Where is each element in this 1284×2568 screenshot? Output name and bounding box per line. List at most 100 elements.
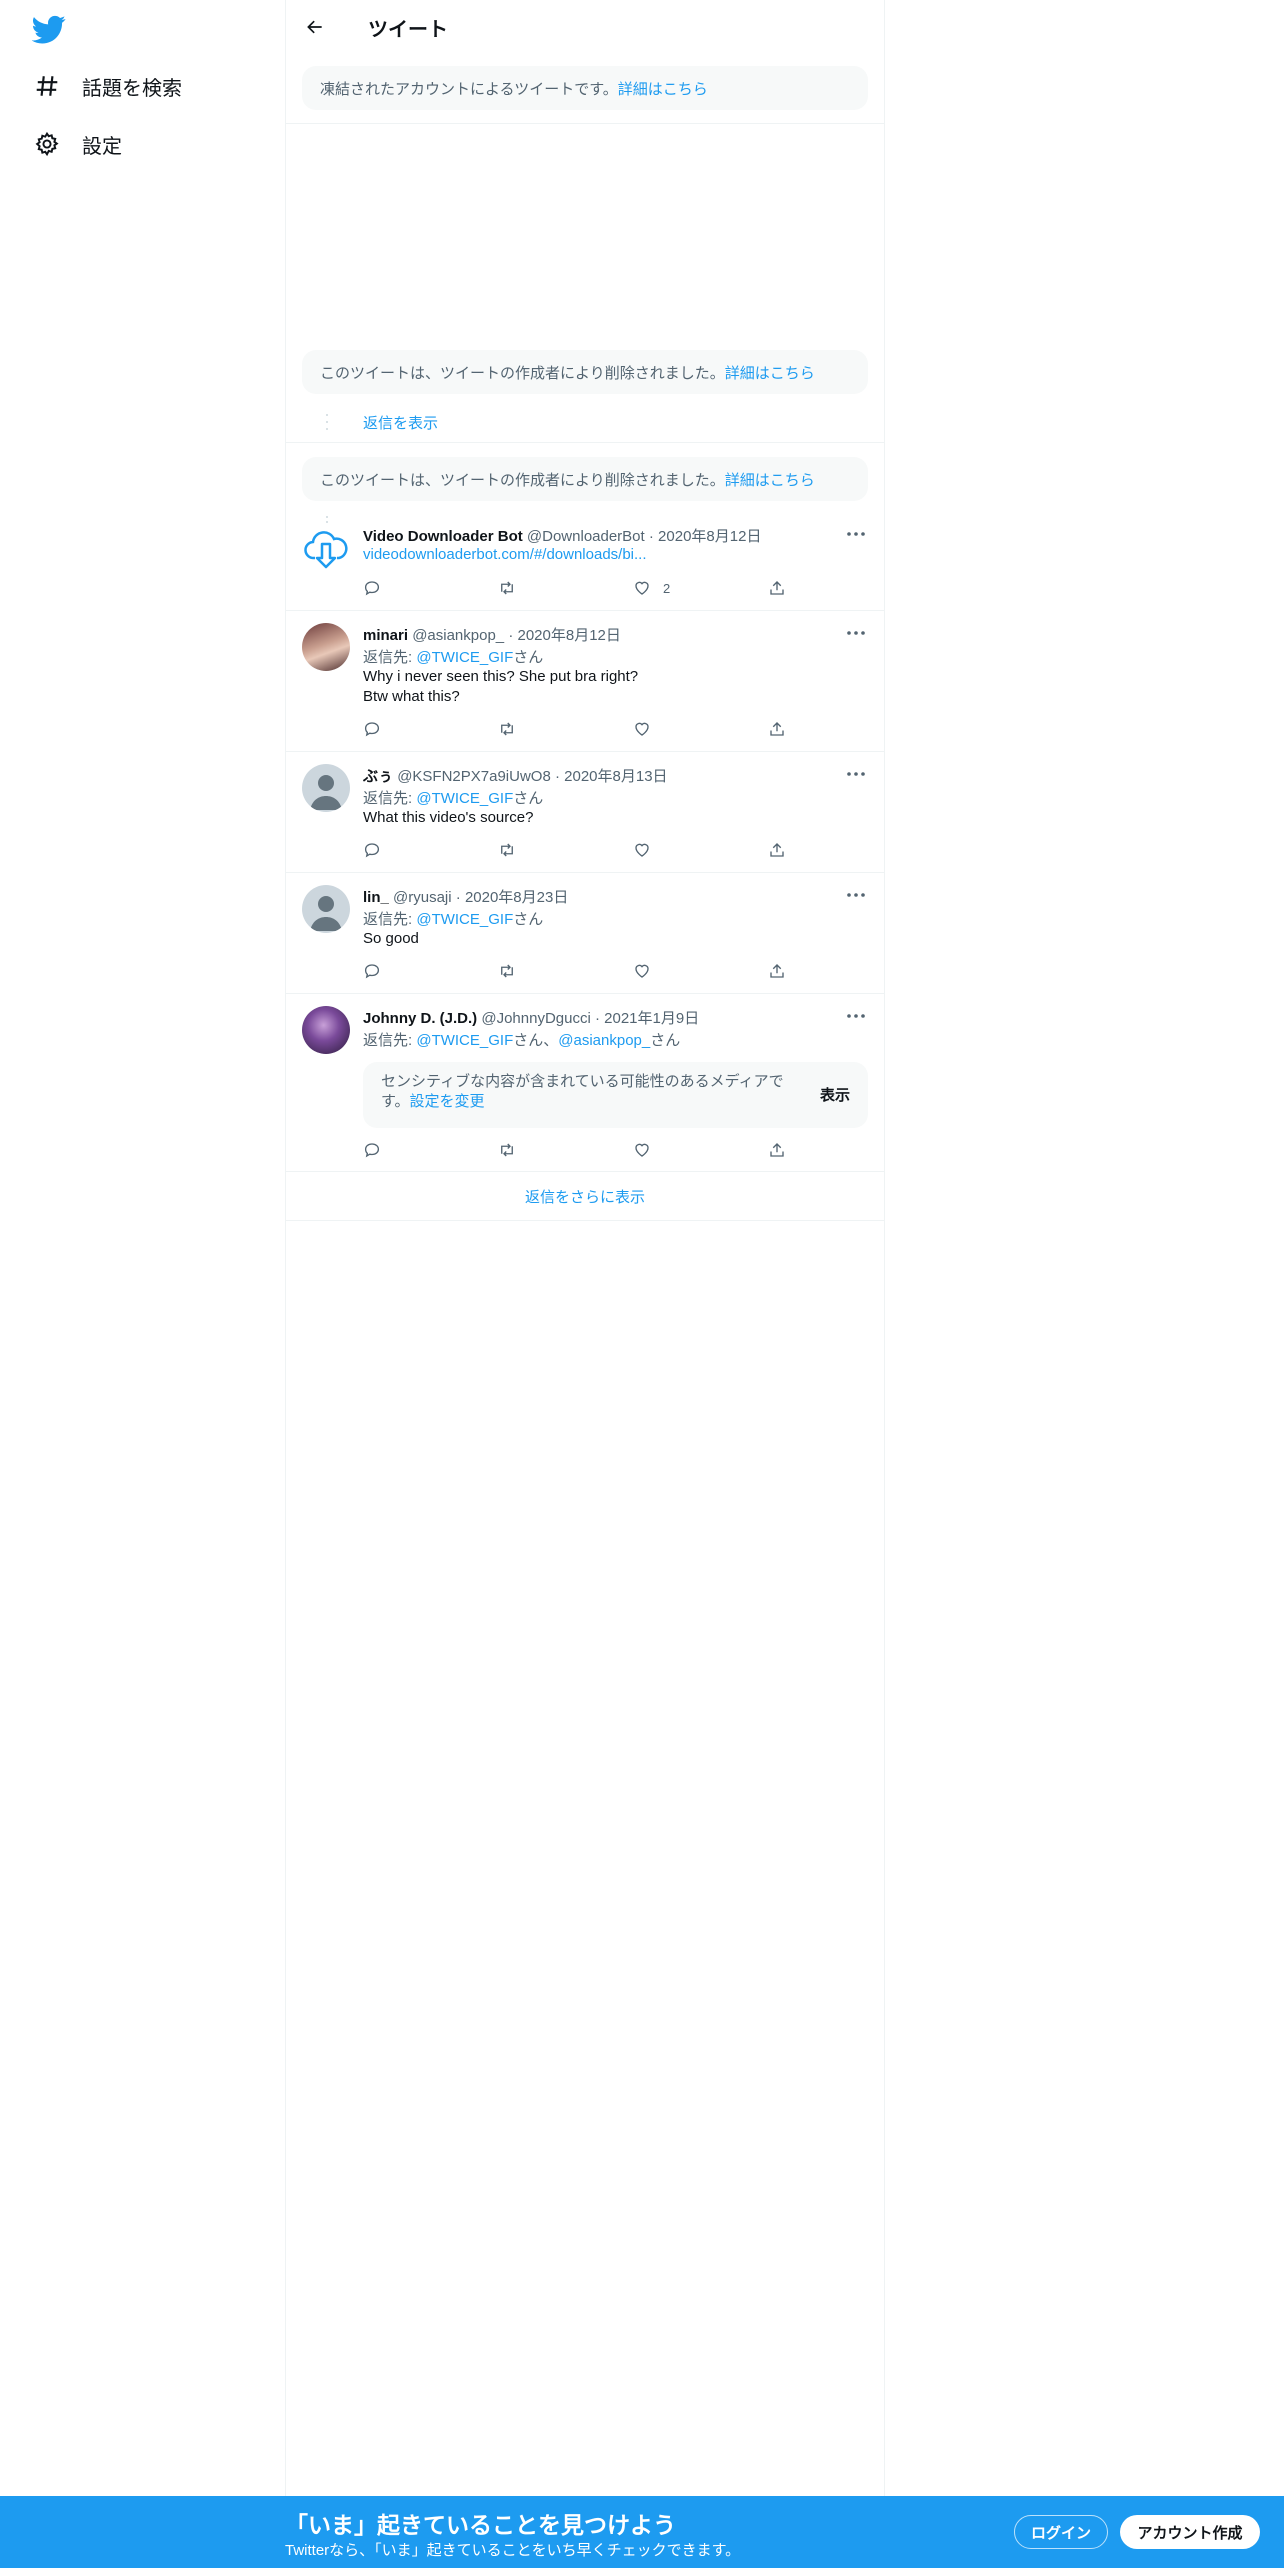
sidebar-item-settings[interactable]: 設定 bbox=[32, 124, 122, 164]
gear-icon bbox=[32, 129, 62, 159]
divider bbox=[286, 442, 884, 443]
user-handle[interactable]: @asiankpop_ bbox=[412, 627, 504, 644]
avatar[interactable] bbox=[302, 524, 350, 572]
user-handle[interactable]: @DownloaderBot bbox=[527, 528, 645, 545]
reply-prefix: 返信先: bbox=[363, 649, 417, 666]
tweet-header: minari @asiankpop_ · 2020年8月12日 bbox=[363, 624, 834, 645]
tweet-actions bbox=[363, 960, 788, 982]
tweet-date[interactable]: 2020年8月23日 bbox=[465, 889, 568, 906]
arrow-left-icon[interactable] bbox=[298, 10, 332, 44]
reply-icon[interactable] bbox=[363, 1139, 381, 1161]
reply-context: 返信先: @TWICE_GIFさん bbox=[363, 908, 543, 929]
retweet-icon[interactable] bbox=[498, 1139, 516, 1161]
share-icon[interactable] bbox=[768, 839, 786, 861]
tweet-actions bbox=[363, 839, 788, 861]
mention-link[interactable]: @TWICE_GIF bbox=[416, 911, 513, 928]
more-options-icon[interactable] bbox=[844, 624, 868, 642]
learn-more-link[interactable]: 詳細はこちら bbox=[618, 78, 708, 99]
retweet-icon[interactable] bbox=[498, 577, 516, 599]
suspended-account-notice: 凍結されたアカウントによるツイートです。 詳細はこちら bbox=[302, 66, 868, 110]
mention-link[interactable]: @TWICE_GIF bbox=[416, 790, 513, 807]
user-handle[interactable]: @ryusaji bbox=[393, 889, 452, 906]
tweet[interactable]: minari @asiankpop_ · 2020年8月12日 返信先: @TW… bbox=[286, 611, 884, 751]
tweet-text: What this video's source? bbox=[363, 809, 534, 826]
sidebar-item-label: 話題を検索 bbox=[82, 77, 182, 100]
display-name[interactable]: Johnny D. (J.D.) bbox=[363, 1010, 477, 1027]
separator-dot: · bbox=[455, 889, 461, 906]
twitter-bird-icon[interactable] bbox=[31, 12, 66, 46]
reply-suffix: さん bbox=[513, 649, 544, 666]
share-icon[interactable] bbox=[768, 960, 786, 982]
more-options-icon[interactable] bbox=[844, 1007, 868, 1025]
display-name[interactable]: ぶぅ bbox=[363, 768, 393, 785]
display-name[interactable]: minari bbox=[363, 627, 408, 644]
tweet[interactable]: lin_ @ryusaji · 2020年8月23日 返信先: @TWICE_G… bbox=[286, 873, 884, 993]
more-options-icon[interactable] bbox=[844, 765, 868, 783]
separator-dot: · bbox=[508, 627, 514, 644]
mention-link[interactable]: @TWICE_GIF bbox=[416, 1032, 513, 1049]
separator-dot: · bbox=[648, 528, 654, 545]
more-options-icon[interactable] bbox=[844, 886, 868, 904]
user-handle[interactable]: @KSFN2PX7a9iUwO8 bbox=[397, 768, 551, 785]
retweet-icon[interactable] bbox=[498, 839, 516, 861]
tweet-date[interactable]: 2020年8月12日 bbox=[658, 528, 761, 545]
learn-more-link[interactable]: 詳細はこちら bbox=[725, 469, 815, 490]
retweet-icon[interactable] bbox=[498, 960, 516, 982]
separator-dot: · bbox=[594, 1010, 600, 1027]
tweet-link[interactable]: videodownloaderbot.com/#/downloads/bi... bbox=[363, 546, 647, 563]
retweet-icon[interactable] bbox=[498, 718, 516, 740]
login-button[interactable]: ログイン bbox=[1014, 2515, 1108, 2549]
learn-more-link[interactable]: 詳細はこちら bbox=[725, 362, 815, 383]
show-replies-link[interactable]: 返信を表示 bbox=[363, 412, 438, 433]
display-name[interactable]: lin_ bbox=[363, 889, 389, 906]
like-icon[interactable] bbox=[633, 718, 651, 740]
avatar[interactable] bbox=[302, 885, 350, 933]
tweet-date[interactable]: 2020年8月13日 bbox=[564, 768, 667, 785]
sensitive-media-text: センシティブな内容が含まれている可能性のあるメディアです。設定を変更 bbox=[381, 1072, 791, 1112]
like-icon[interactable] bbox=[633, 960, 651, 982]
reply-context: 返信先: @TWICE_GIFさん bbox=[363, 787, 543, 808]
hashtag-icon bbox=[32, 71, 62, 101]
tweet[interactable]: ぶぅ @KSFN2PX7a9iUwO8 · 2020年8月13日 返信先: @T… bbox=[286, 752, 884, 872]
change-settings-link[interactable]: 設定を変更 bbox=[410, 1093, 485, 1110]
sidebar-item-explore[interactable]: 話題を検索 bbox=[32, 66, 182, 106]
user-handle[interactable]: @JohnnyDgucci bbox=[481, 1010, 590, 1027]
reply-suffix: さん bbox=[513, 790, 544, 807]
left-sidebar: 話題を検索 設定 bbox=[0, 0, 285, 2496]
signup-button[interactable]: アカウント作成 bbox=[1120, 2515, 1260, 2549]
mention-link[interactable]: @TWICE_GIF bbox=[416, 649, 513, 666]
like-icon[interactable]: 2 bbox=[633, 577, 670, 599]
more-options-icon[interactable] bbox=[844, 525, 868, 543]
display-name[interactable]: Video Downloader Bot bbox=[363, 528, 523, 545]
share-icon[interactable] bbox=[768, 718, 786, 740]
share-icon[interactable] bbox=[768, 1139, 786, 1161]
tweet[interactable]: Johnny D. (J.D.) @JohnnyDgucci · 2021年1月… bbox=[286, 994, 884, 1171]
bottom-bar-subtext: Twitterなら、「いま」起きていることをいち早くチェックできます。 bbox=[285, 2542, 741, 2559]
like-icon[interactable] bbox=[633, 839, 651, 861]
tweet-actions bbox=[363, 1139, 788, 1161]
reply-suffix: さん bbox=[513, 911, 544, 928]
bottom-bar-headline: 「いま」起きていることを見つけよう bbox=[285, 2512, 676, 2538]
show-media-button[interactable]: 表示 bbox=[820, 1084, 850, 1105]
reply-icon[interactable] bbox=[363, 960, 381, 982]
notice-text: このツイートは、ツイートの作成者により削除されました。 bbox=[320, 471, 725, 489]
show-more-replies-link[interactable]: 返信をさらに表示 bbox=[286, 1172, 884, 1220]
thread-connector bbox=[326, 412, 328, 432]
tweet-header: ぶぅ @KSFN2PX7a9iUwO8 · 2020年8月13日 bbox=[363, 765, 834, 786]
avatar[interactable] bbox=[302, 1006, 350, 1054]
tweet[interactable]: Video Downloader Bot @DownloaderBot · 20… bbox=[286, 520, 884, 610]
avatar[interactable] bbox=[302, 764, 350, 812]
reply-icon[interactable] bbox=[363, 718, 381, 740]
like-icon[interactable] bbox=[633, 1139, 651, 1161]
share-icon[interactable] bbox=[768, 577, 786, 599]
avatar[interactable] bbox=[302, 623, 350, 671]
url-link[interactable]: videodownloaderbot.com/#/downloads/bi... bbox=[363, 546, 647, 563]
page-header: ツイート bbox=[286, 0, 884, 54]
mention-link[interactable]: @asiankpop_ bbox=[558, 1032, 650, 1049]
reply-icon[interactable] bbox=[363, 839, 381, 861]
tweet-date[interactable]: 2020年8月12日 bbox=[518, 627, 621, 644]
reply-icon[interactable] bbox=[363, 577, 381, 599]
tweet-date[interactable]: 2021年1月9日 bbox=[604, 1010, 699, 1027]
like-count: 2 bbox=[663, 580, 671, 596]
tweet-text: Why i never seen this? She put bra right… bbox=[363, 668, 639, 685]
